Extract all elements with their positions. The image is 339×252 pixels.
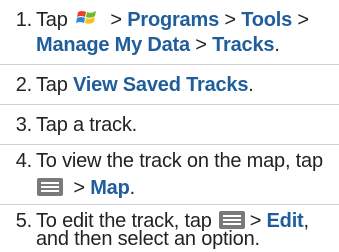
step-4: 4. To view the track on the map, tap [0,148,323,174]
map-link: Map [90,177,130,199]
step-4-line-2: > Map. [0,175,135,201]
step-2: 2. Tap View Saved Tracks. [0,72,254,98]
period: . [274,34,280,56]
step-number: 1. [15,9,32,31]
step-text: Tap a track. [36,114,137,136]
step-number: 4. [15,150,32,172]
separator: > [195,34,207,56]
view-saved-tracks-link: View Saved Tracks [73,74,249,96]
step-5-line-2: and then select an option. [0,226,260,252]
step-text: and then select an option. [36,228,260,250]
separator: > [297,9,309,31]
divider [0,64,339,65]
menu-icon [37,178,63,196]
divider [0,104,339,105]
tools-link: Tools [241,9,293,31]
separator: > [224,9,236,31]
comma: , [303,210,310,232]
divider [0,144,339,145]
step-number: 3. [15,114,32,136]
step-1: 1. Tap > Programs > Tools > [0,6,309,33]
divider [0,204,339,205]
windows-start-icon [76,11,97,24]
instruction-page: 1. Tap > Programs > Tools > Manage My Dat… [0,0,339,250]
step-1-line-2: Manage My Data > Tracks. [0,32,280,58]
step-number: 2. [15,74,32,96]
manage-my-data-link: Manage My Data [36,34,190,56]
step-text: Tap [36,74,74,96]
tracks-link: Tracks [212,34,275,56]
period: . [129,177,136,199]
programs-link: Programs [127,9,219,31]
step-text: To view the track on the map, tap [36,150,323,172]
edit-link: Edit [266,210,304,232]
separator: > [73,177,85,199]
separator: > [110,9,122,31]
period: . [248,74,254,96]
step-3: 3. Tap a track. [0,112,137,138]
step-text: Tap [36,9,68,31]
